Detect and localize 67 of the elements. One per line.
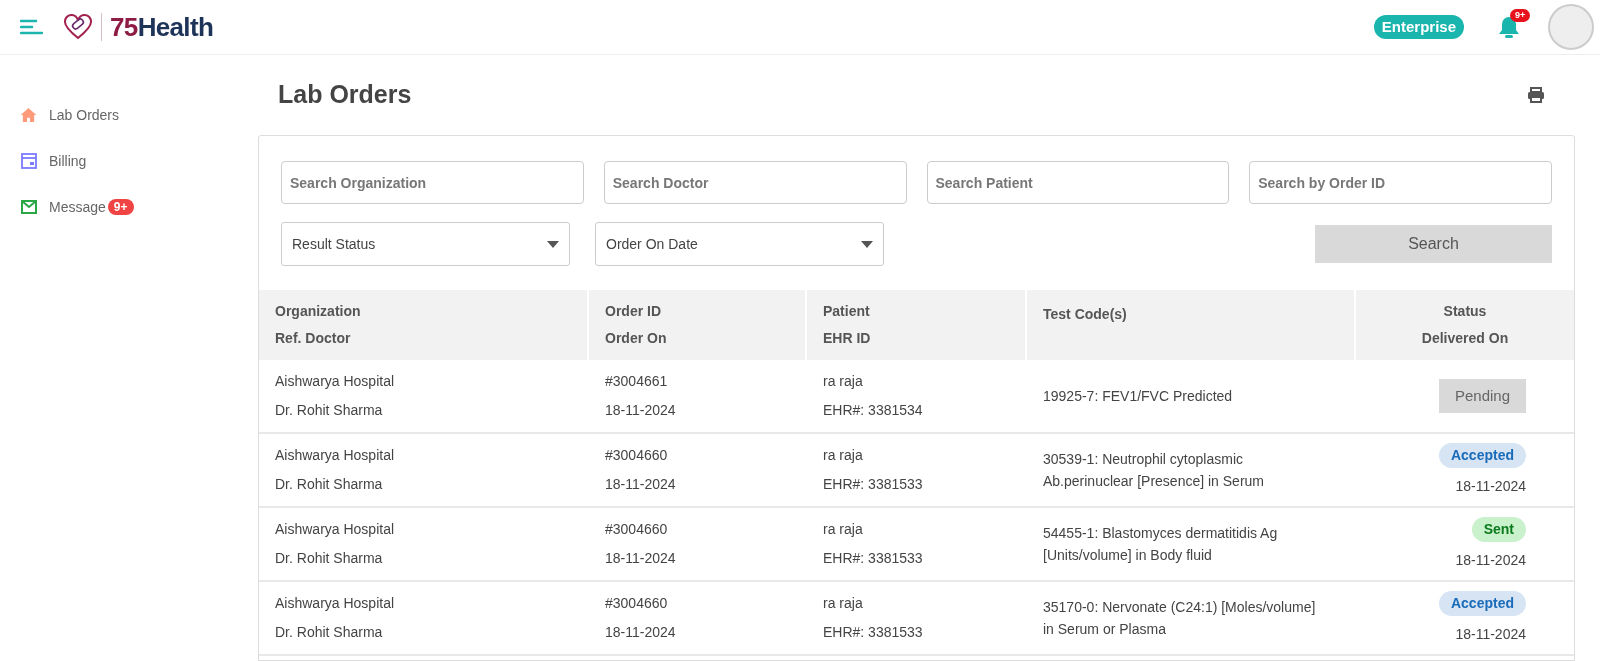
column-header: Order ID <box>605 302 662 321</box>
table-cell-text: 18-11-2024 <box>1455 551 1526 570</box>
count-badge: 9+ <box>107 199 134 215</box>
column-header: Order On <box>605 329 668 348</box>
billing-icon <box>20 153 37 169</box>
table-cell-text: ra raja <box>823 594 864 613</box>
table-cell-text: EHR#: 3381533 <box>823 475 924 494</box>
column-header: Organization <box>275 302 362 321</box>
search-field[interactable]: Search by Order ID <box>1249 161 1552 204</box>
column-header: Status <box>1443 302 1487 321</box>
table-cell-text: #3004660 <box>605 446 669 465</box>
column-header: Patient <box>823 302 871 321</box>
column-header: Delivered On <box>1421 329 1509 348</box>
heart-logo-icon <box>63 14 93 40</box>
table-cell-text: 18-11-2024 <box>605 623 677 642</box>
table-cell-text: 18-11-2024 <box>605 475 677 494</box>
table-cell: 54455-1: Blastomyces dermatitidis Ag [Units/volume] in Body fluid <box>1043 525 1278 563</box>
plan-badge: Enterprise <box>1373 14 1464 40</box>
sidebar-item[interactable]: Lab Orders <box>49 104 120 126</box>
table-cell-text: #3004660 <box>605 520 669 539</box>
table-cell-text: Dr. Rohit Sharma <box>275 475 384 494</box>
dropdown-select[interactable]: Result Status <box>281 222 570 266</box>
table-cell-text: Aishwarya Hospital <box>275 520 396 539</box>
table-cell-text: #3004661 <box>605 372 669 391</box>
mail-icon <box>20 200 37 214</box>
table-cell-text: ra raja <box>823 520 864 539</box>
column-header: Test Code(s) <box>1043 304 1128 324</box>
table-cell-text: 18-11-2024 <box>605 401 677 420</box>
table-cell-text: Dr. Rohit Sharma <box>275 401 384 420</box>
table-cell-text: EHR#: 3381534 <box>823 401 924 420</box>
page-title: Lab Orders <box>278 79 412 111</box>
status-badge: Accepted <box>1438 591 1526 616</box>
table-cell-text: 18-11-2024 <box>605 549 677 568</box>
home-icon <box>20 107 37 123</box>
dropdown-select[interactable]: Order On Date <box>595 222 884 266</box>
table-cell-text: Aishwarya Hospital <box>275 372 396 391</box>
search-field[interactable]: Search Patient <box>926 161 1230 204</box>
column-header: Ref. Doctor <box>275 329 352 348</box>
table-cell-text: 18-11-2024 <box>1455 625 1526 644</box>
table-cell-text: Dr. Rohit Sharma <box>275 623 384 642</box>
table-cell: 35170-0: Nervonate (C24:1) [Moles/volume] in Serum or Plasma <box>1043 599 1316 637</box>
search-field[interactable]: Search Organization <box>281 161 584 204</box>
notification-badge: 9+ <box>1510 9 1531 22</box>
table-cell-text: Aishwarya Hospital <box>275 594 396 613</box>
status-badge: Accepted <box>1438 443 1526 468</box>
search-button[interactable]: Search <box>1315 225 1552 263</box>
table-cell-text: #3004660 <box>605 594 669 613</box>
table-cell-text: 18-11-2024 <box>1455 477 1526 496</box>
table-cell-text: ra raja <box>823 446 864 465</box>
status-badge: Sent <box>1471 517 1526 542</box>
table-cell: 19925-7: FEV1/FVC Predicted <box>1043 388 1233 404</box>
caret-icon <box>861 240 873 248</box>
table-cell-text: EHR#: 3381533 <box>823 623 924 642</box>
menu-icon[interactable] <box>20 19 43 35</box>
status-button[interactable]: Pending <box>1438 378 1526 414</box>
table-cell-text: EHR#: 3381533 <box>823 549 924 568</box>
print-icon[interactable] <box>1527 87 1545 103</box>
table-cell-text: Dr. Rohit Sharma <box>275 549 384 568</box>
table-cell-text: Aishwarya Hospital <box>275 446 396 465</box>
caret-icon <box>547 240 559 248</box>
table-cell-text: ra raja <box>823 372 864 391</box>
column-header: EHR ID <box>823 329 872 348</box>
search-field[interactable]: Search Doctor <box>603 161 907 204</box>
sidebar-item[interactable]: Message <box>49 196 106 218</box>
table-cell: 30539-1: Neutrophil cytoplasmic Ab.perinuclear [Presence] in Serum <box>1043 451 1264 489</box>
sidebar-item[interactable]: Billing <box>49 150 87 172</box>
brand-logo-text: 75Health <box>110 14 214 40</box>
